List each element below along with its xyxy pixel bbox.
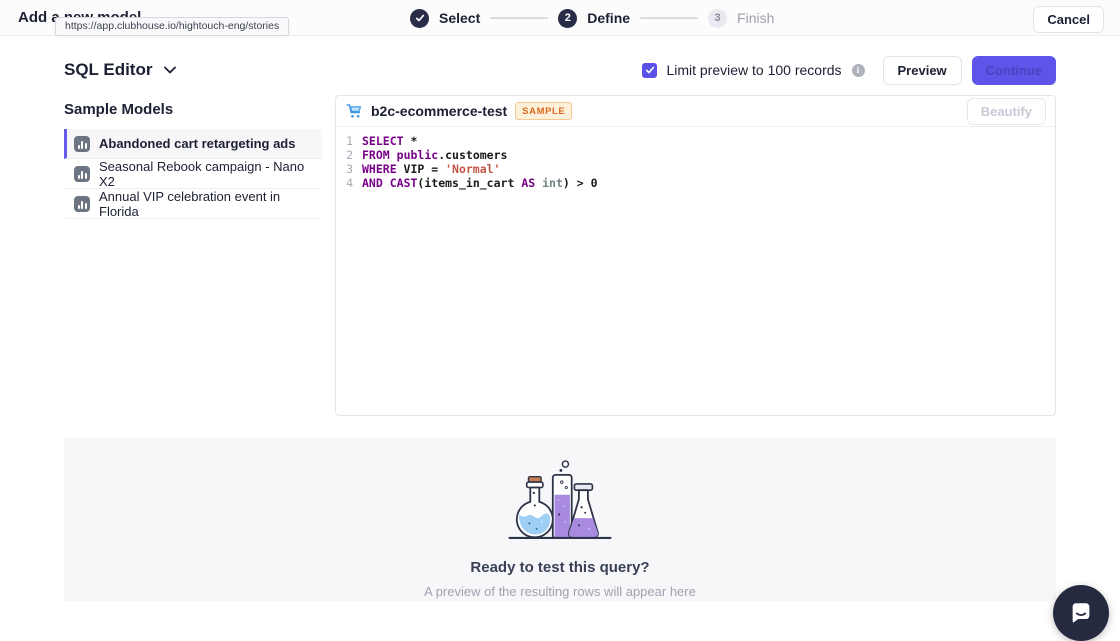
sample-model-item[interactable]: Abandoned cart retargeting ads [64,129,322,159]
code-line: 2FROM public.customers [336,148,1055,162]
chat-launcher-button[interactable] [1053,585,1109,641]
chevron-down-icon [164,66,176,74]
cancel-button[interactable]: Cancel [1033,6,1104,33]
sample-model-item[interactable]: Seasonal Rebook campaign - Nano X2 [64,159,322,189]
sample-models-heading: Sample Models [64,101,322,118]
step-define-number: 2 [558,9,577,28]
sample-models-sidebar: Sample Models Abandoned cart retargeting… [64,95,322,219]
chat-bubble-icon [1068,600,1094,626]
bar-chart-icon [74,166,90,182]
sql-editor-panel: b2c-ecommerce-test SAMPLE Beautify 1SELE… [335,95,1056,416]
sample-badge: SAMPLE [515,102,572,120]
code-line: 3WHERE VIP = 'Normal' [336,162,1055,176]
top-bar: Add a new model https://app.clubhouse.io… [0,0,1120,36]
main-content: Sample Models Abandoned cart retargeting… [0,95,1120,416]
sql-panel-header: b2c-ecommerce-test SAMPLE Beautify [336,96,1055,127]
preview-controls: Limit preview to 100 records i Preview C… [642,56,1056,85]
bar-chart-icon [74,136,90,152]
continue-button[interactable]: Continue [972,56,1056,85]
step-select-label: Select [439,10,480,26]
info-icon[interactable]: i [852,64,865,77]
model-name: b2c-ecommerce-test [371,103,507,119]
code-line: 1SELECT * [336,134,1055,148]
limit-preview-label: Limit preview to 100 records [666,62,841,78]
link-url-tooltip: https://app.clubhouse.io/hightouch-eng/s… [55,17,289,36]
step-define-label: Define [587,10,630,26]
editor-type-label: SQL Editor [64,60,152,80]
step-connector [640,17,698,19]
bar-chart-icon [74,196,90,212]
step-finish-number: 3 [708,9,727,28]
empty-state-title: Ready to test this query? [470,559,649,576]
sample-model-label: Abandoned cart retargeting ads [99,136,295,151]
step-finish-label: Finish [737,10,774,26]
step-define[interactable]: 2 Define [558,9,630,28]
code-line: 4AND CAST(items_in_cart AS int) > 0 [336,176,1055,190]
step-finish[interactable]: 3 Finish [708,9,774,28]
sample-model-label: Seasonal Rebook campaign - Nano X2 [99,159,322,189]
editor-type-dropdown[interactable]: SQL Editor [64,60,176,80]
wizard-stepper: Select 2 Define 3 Finish [410,0,774,36]
preview-empty-state: Ready to test this query? A preview of t… [64,438,1056,601]
step-select[interactable]: Select [410,9,480,28]
sample-model-item[interactable]: Annual VIP celebration event in Florida [64,189,322,219]
shopping-cart-icon [345,102,363,120]
checkmark-icon [645,65,655,75]
step-select-check-icon [410,9,429,28]
preview-button[interactable]: Preview [883,56,962,85]
editor-toolbar: SQL Editor Limit preview to 100 records … [0,58,1120,82]
beautify-button[interactable]: Beautify [967,98,1046,125]
limit-preview-checkbox[interactable] [642,63,657,78]
step-connector [490,17,548,19]
sample-model-label: Annual VIP celebration event in Florida [99,189,322,219]
empty-state-subtitle: A preview of the resulting rows will app… [424,584,696,599]
sql-code-editor[interactable]: 1SELECT *2FROM public.customers3WHERE VI… [336,127,1055,197]
lab-flasks-illustration [506,455,614,547]
